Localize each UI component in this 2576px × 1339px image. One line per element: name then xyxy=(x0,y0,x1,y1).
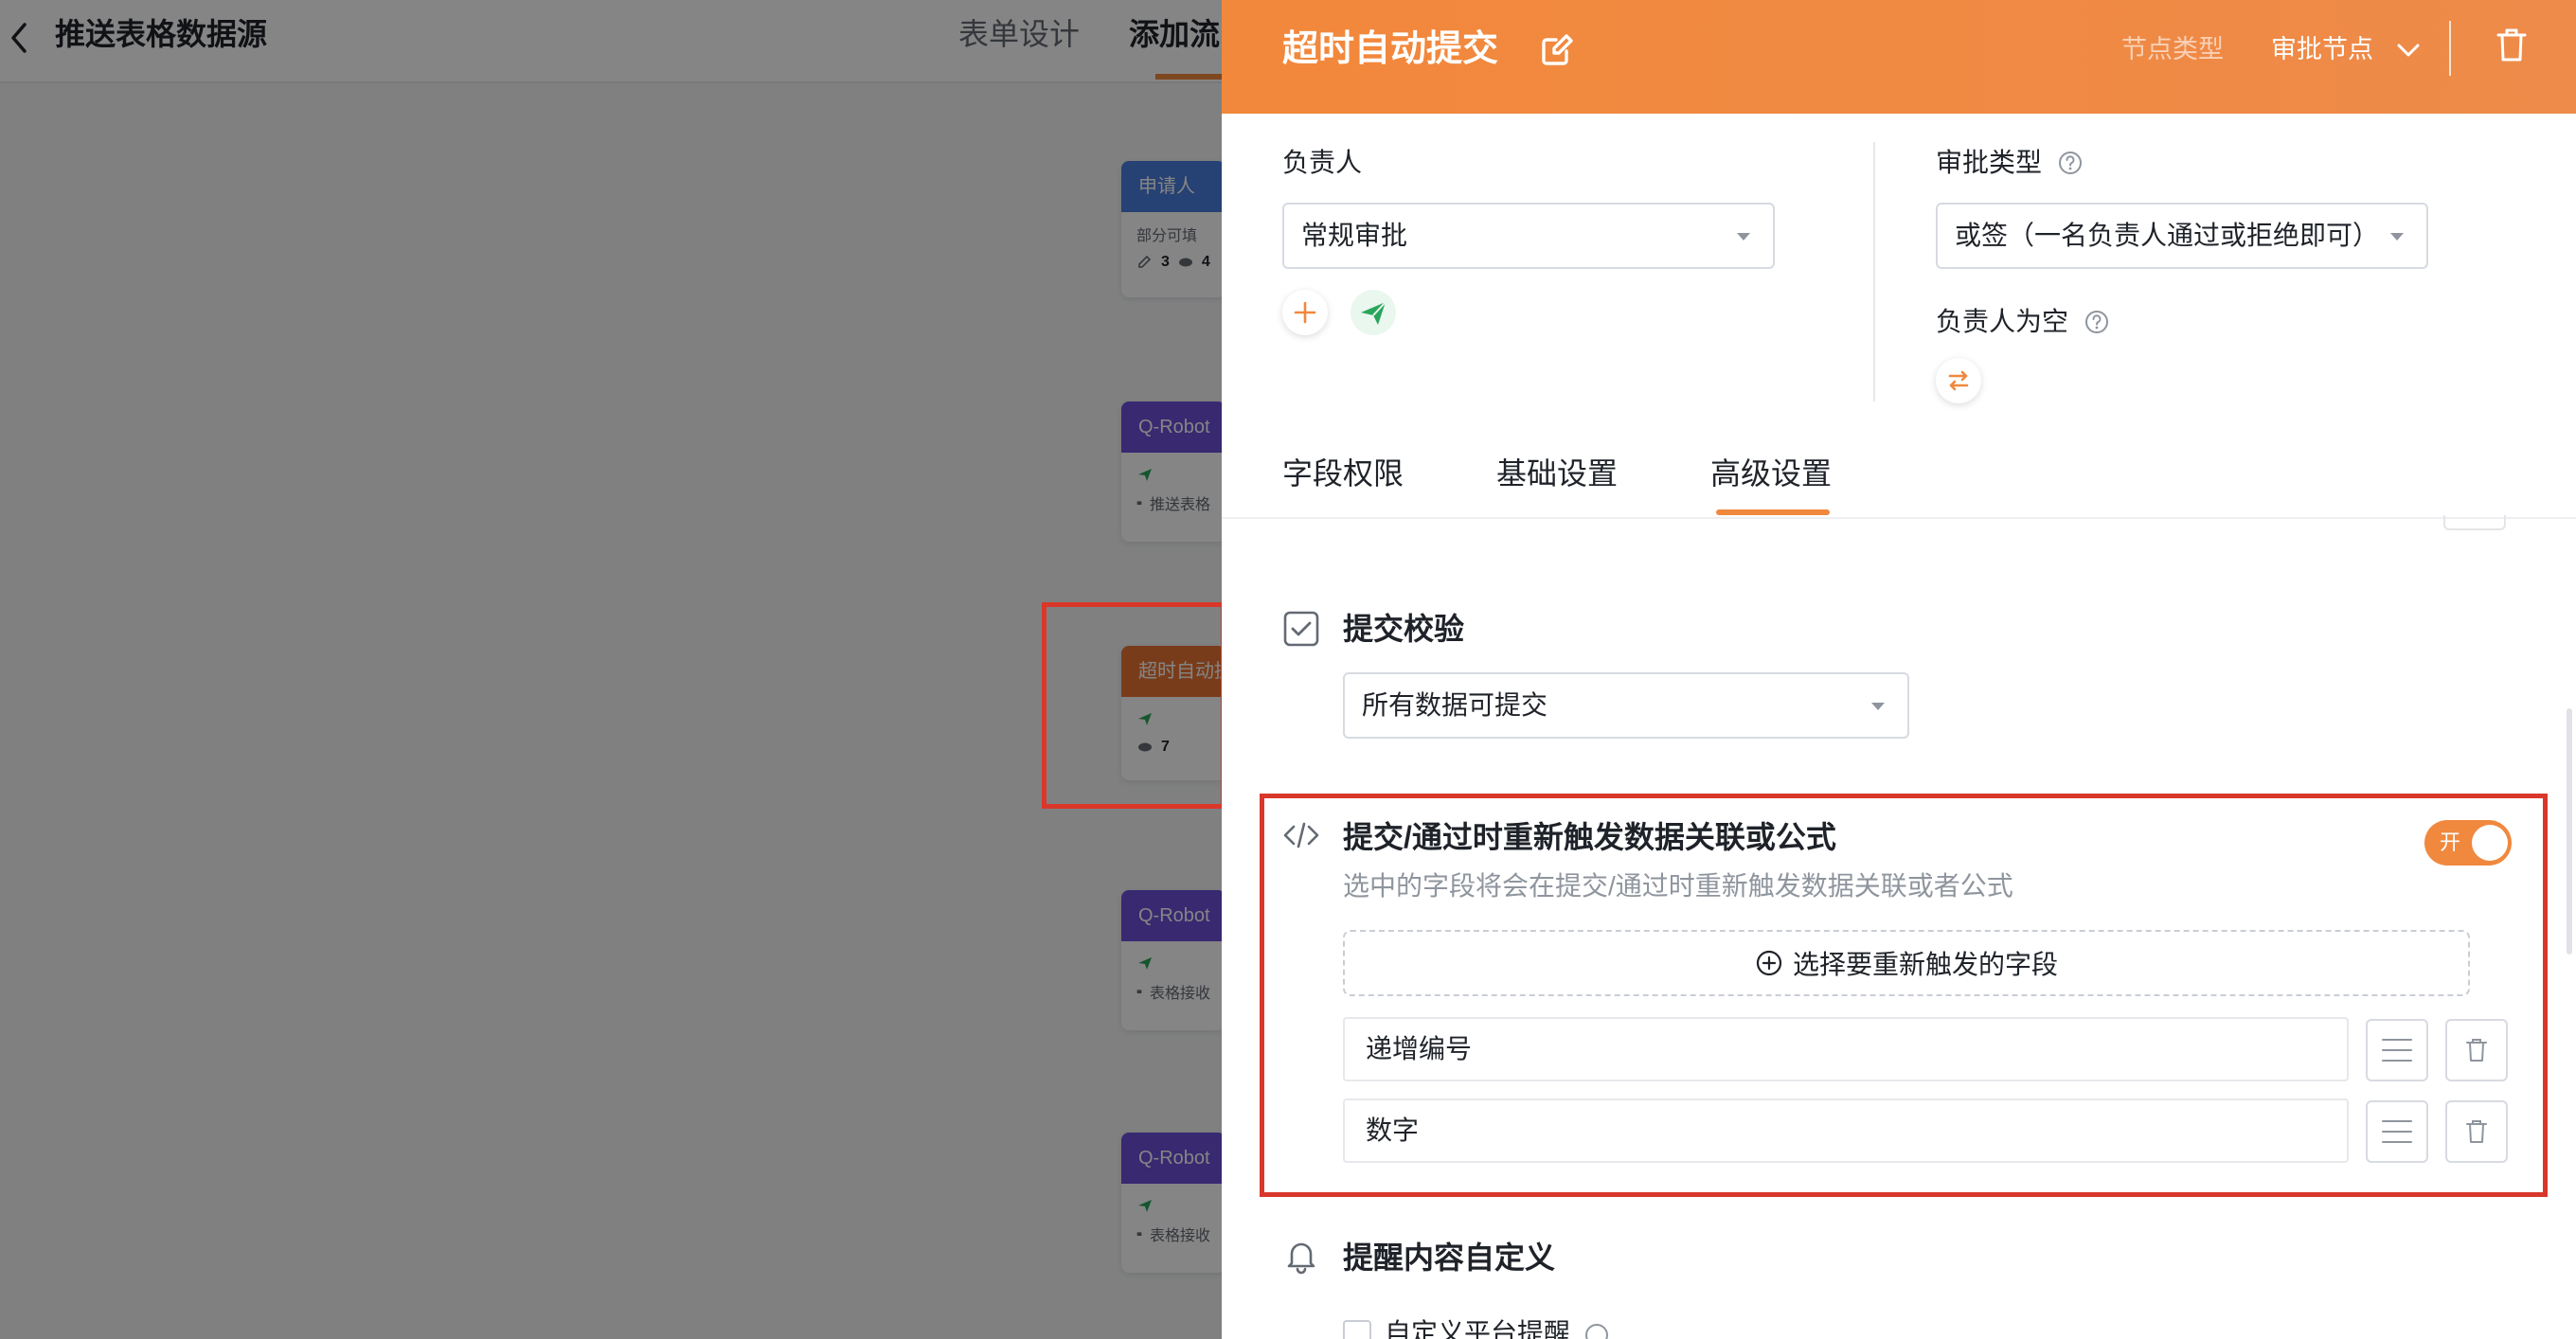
submit-validation-select-value: 所有数据可提交 xyxy=(1362,690,1548,720)
partial-control xyxy=(2443,515,2506,530)
add-assignee-button[interactable] xyxy=(1282,290,1328,335)
approval-type-select[interactable]: 或签（一名负责人通过或拒绝即可） xyxy=(1936,203,2428,269)
trash-icon xyxy=(2466,1039,2487,1062)
empty-assignee-label: 负责人为空 xyxy=(1936,307,2069,336)
drawer-title: 超时自动提交 xyxy=(1282,29,1499,69)
platform-reminder-checkbox[interactable] xyxy=(1343,1320,1371,1339)
drag-handle-button[interactable] xyxy=(2366,1100,2428,1163)
assignee-select[interactable]: 常规审批 xyxy=(1282,203,1775,269)
delete-field-button[interactable] xyxy=(2445,1019,2508,1081)
retrigger-field-row: 递增编号 xyxy=(1343,1017,2508,1081)
select-fields-label: 选择要重新触发的字段 xyxy=(1792,950,2058,979)
retrigger-field-name: 递增编号 xyxy=(1343,1017,2349,1081)
menu-lines-icon xyxy=(2382,1039,2412,1062)
toggle-knob xyxy=(2472,825,2508,861)
advanced-settings-panel: 提交校验 所有数据可提交 提交/通过时重新触发数据关联或公式 开 选中的字段将会… xyxy=(1222,515,2576,1339)
empty-assignee-rule-button[interactable] xyxy=(1936,358,1981,403)
node-settings-drawer: 超时自动提交 节点类型 审批节点 负责人 常规审批 审批类型 或签（一名负责人通… xyxy=(1222,0,2576,1339)
submit-validation-select[interactable]: 所有数据可提交 xyxy=(1343,672,1909,739)
node-type-label: 节点类型 xyxy=(2121,35,2224,63)
trash-icon xyxy=(2466,1120,2487,1143)
retrigger-toggle[interactable]: 开 xyxy=(2424,820,2512,866)
caret-down-icon xyxy=(2390,233,2404,241)
reminder-title: 提醒内容自定义 xyxy=(1343,1241,1556,1275)
plus-icon xyxy=(1294,301,1316,324)
retrigger-field-row: 数字 xyxy=(1343,1098,2508,1163)
node-type-dropdown[interactable]: 审批节点 xyxy=(2271,32,2373,66)
retrigger-field-name: 数字 xyxy=(1343,1098,2349,1163)
tab-basic-settings[interactable]: 基础设置 xyxy=(1496,453,1618,494)
tab-active-indicator xyxy=(1716,509,1830,515)
caret-down-icon xyxy=(1871,703,1885,710)
menu-lines-icon xyxy=(2382,1120,2412,1143)
drawer-header: 超时自动提交 节点类型 审批节点 xyxy=(1222,0,2576,114)
assignee-label: 负责人 xyxy=(1282,148,1363,177)
drag-handle-button[interactable] xyxy=(2366,1019,2428,1081)
caret-down-icon xyxy=(1737,233,1750,241)
retrigger-title: 提交/通过时重新触发数据关联或公式 xyxy=(1343,820,1836,854)
help-circle-icon[interactable] xyxy=(2057,150,2084,176)
send-icon xyxy=(1361,301,1386,325)
annotation-highlight-node xyxy=(1042,602,1225,809)
delete-field-button[interactable] xyxy=(2445,1100,2508,1163)
approval-type-label: 审批类型 xyxy=(1936,148,2043,177)
scrollbar[interactable] xyxy=(2567,708,2572,955)
code-icon xyxy=(1283,822,1319,848)
bell-icon xyxy=(1287,1242,1315,1275)
column-divider xyxy=(1873,142,1875,402)
plus-circle-icon xyxy=(1756,950,1782,976)
submit-validation-title: 提交校验 xyxy=(1343,612,1465,646)
platform-reminder-label: 自定义平台提醒 xyxy=(1385,1318,1571,1339)
retrigger-description: 选中的字段将会在提交/通过时重新触发数据关联或者公式 xyxy=(1343,871,2013,901)
assignee-select-value: 常规审批 xyxy=(1301,221,1408,250)
header-divider xyxy=(2449,21,2451,76)
chevron-down-icon[interactable] xyxy=(2396,38,2421,62)
help-circle-icon[interactable] xyxy=(1583,1322,1610,1339)
select-retrigger-fields-button[interactable]: 选择要重新触发的字段 xyxy=(1343,930,2470,996)
swap-icon xyxy=(1948,370,1969,391)
approval-type-select-value: 或签（一名负责人通过或拒绝即可） xyxy=(1955,221,2380,250)
check-square-icon xyxy=(1283,611,1319,647)
modal-overlay[interactable] xyxy=(0,0,1222,1339)
tab-field-permissions[interactable]: 字段权限 xyxy=(1282,453,1404,494)
edit-title-icon[interactable] xyxy=(1538,30,1576,68)
tab-advanced-settings[interactable]: 高级设置 xyxy=(1710,453,1832,494)
help-circle-icon[interactable] xyxy=(2084,309,2110,335)
send-assignee-button[interactable] xyxy=(1351,290,1396,335)
toggle-label: 开 xyxy=(2440,830,2461,854)
trash-icon[interactable] xyxy=(2495,27,2529,64)
